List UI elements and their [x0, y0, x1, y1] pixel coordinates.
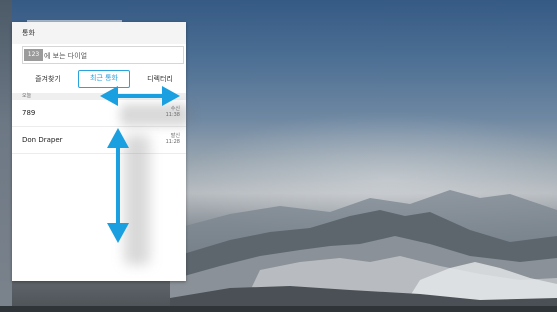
vertical-swipe-arrow: [107, 128, 129, 243]
gesture-arrows: [100, 86, 180, 243]
screen: 통화 123 에 보는 다이얼 즐겨찾기 최근 통화 디렉터리 오늘 789 수…: [0, 0, 557, 312]
horizontal-swipe-arrow: [100, 86, 180, 106]
